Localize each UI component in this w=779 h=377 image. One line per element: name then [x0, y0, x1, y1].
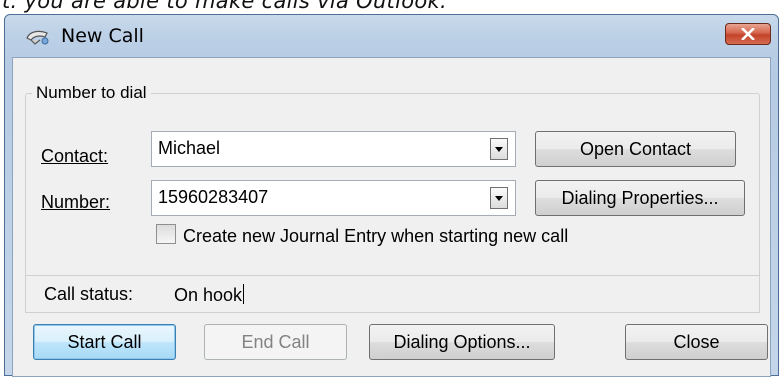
page-caption: t. you are able to make calls via Outloo… [2, 0, 447, 13]
title-bar[interactable]: New Call [5, 15, 778, 57]
contact-dropdown-arrow-icon[interactable] [490, 138, 508, 160]
journal-entry-checkbox[interactable] [156, 224, 176, 244]
call-status-text: On hook [174, 285, 243, 305]
start-call-label: Start Call [67, 331, 142, 352]
dialing-properties-label: Dialing Properties... [561, 187, 719, 208]
dialog-body: Number to dial Contact: Michael Open Con… [12, 57, 771, 377]
text-caret [243, 284, 245, 304]
start-call-button[interactable]: Start Call [33, 324, 176, 360]
open-contact-label: Open Contact [579, 138, 692, 159]
journal-entry-label[interactable]: Create new Journal Entry when starting n… [183, 226, 568, 247]
group-legend: Number to dial [36, 83, 147, 102]
close-label: Close [673, 331, 720, 352]
open-contact-button[interactable]: Open Contact [535, 131, 736, 167]
dialing-options-button[interactable]: Dialing Options... [369, 324, 555, 360]
dialing-properties-button[interactable]: Dialing Properties... [535, 180, 745, 216]
end-call-label: End Call [241, 331, 310, 352]
number-value: 15960283407 [158, 187, 269, 207]
contact-combobox[interactable]: Michael [151, 131, 516, 167]
number-label-text: Number: [41, 192, 111, 212]
close-icon [741, 28, 755, 40]
call-status-bar: Call status: On hook [25, 275, 760, 313]
close-button[interactable]: Close [625, 324, 768, 360]
end-call-button[interactable]: End Call [204, 324, 347, 360]
call-status-label: Call status: [44, 284, 134, 304]
new-call-dialog: New Call Number to dial Contact: Michael… [4, 14, 779, 377]
number-label: Number: [41, 192, 110, 213]
number-combobox[interactable]: 15960283407 [151, 180, 516, 216]
call-status-value: On hook [174, 284, 245, 306]
contact-label-text: Contact: [41, 146, 109, 166]
window-close-button[interactable] [725, 23, 771, 45]
dialing-options-label: Dialing Options... [393, 331, 531, 352]
number-dropdown-arrow-icon[interactable] [490, 187, 508, 209]
window-title: New Call [61, 25, 144, 47]
phone-icon [26, 30, 49, 45]
contact-label: Contact: [41, 146, 108, 167]
contact-value: Michael [158, 138, 221, 158]
